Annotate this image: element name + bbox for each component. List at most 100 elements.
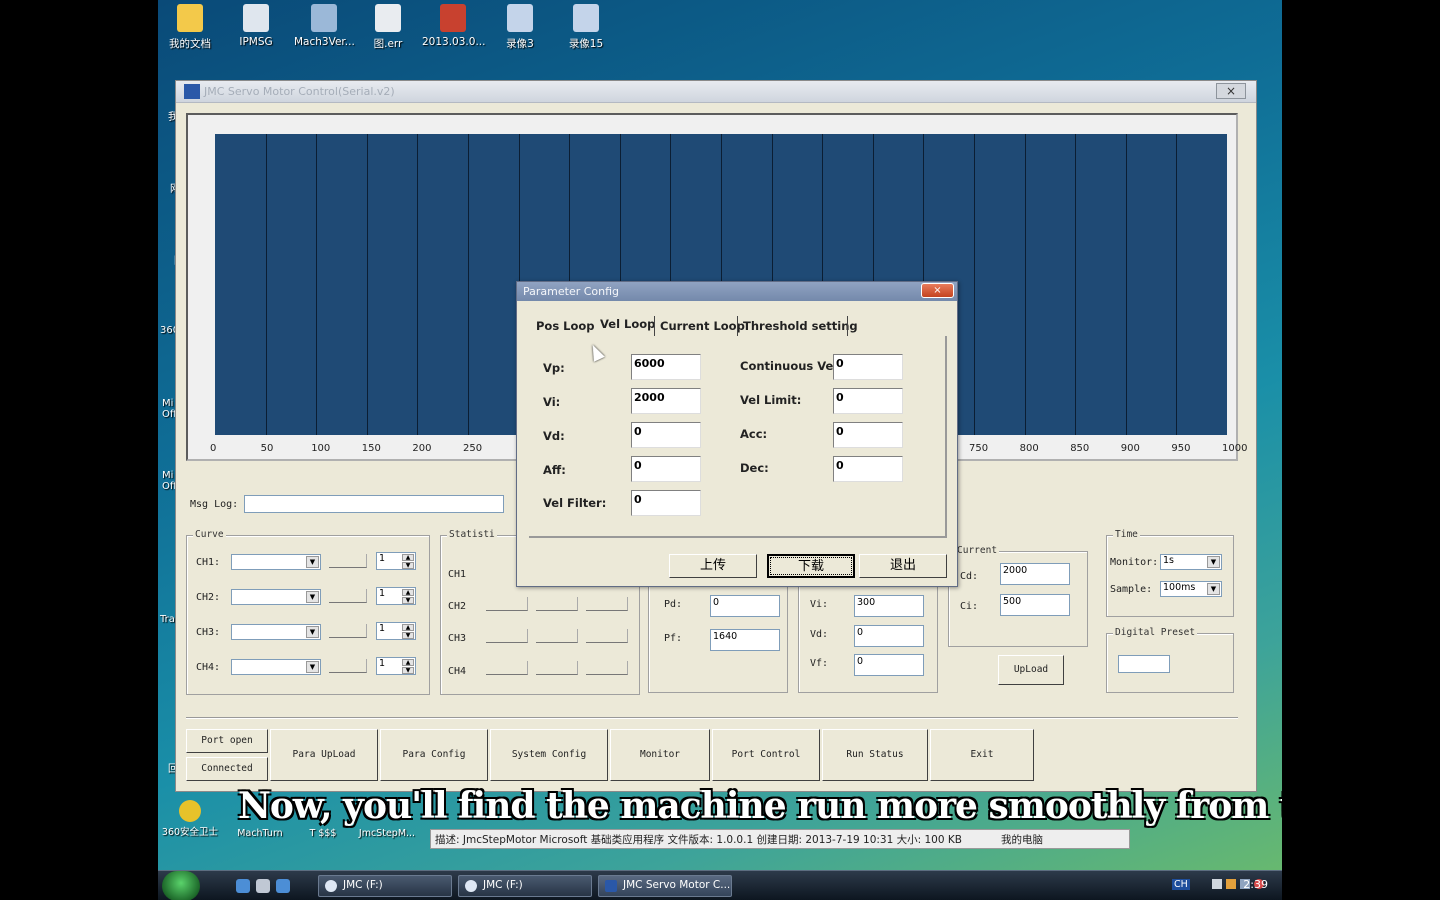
run-status-button[interactable]: Run Status [822,729,928,781]
dialog-titlebar[interactable]: Parameter Config × [517,282,957,301]
dialog-close-button[interactable]: × [921,283,954,298]
desktop-icon-ipmsg[interactable]: IPMSG [230,4,282,48]
language-indicator[interactable]: CH [1172,879,1190,890]
ci-field[interactable]: 500 [1000,594,1070,616]
tray-icon[interactable] [1212,879,1222,889]
quicklaunch-icon[interactable] [256,879,270,893]
desktop-icon-video3[interactable]: 录像3 [494,4,546,51]
vel-filter-field[interactable]: 0 [631,490,701,516]
vi-param-field[interactable]: 2000 [631,388,701,414]
spin-down-icon[interactable]: ▼ [402,667,414,674]
file-icon [573,4,599,32]
desktop-icon-machturn[interactable]: MachTurn [228,828,292,839]
vf-field[interactable]: 0 [854,654,924,676]
ch4-select[interactable]: ▼ [231,659,321,675]
pd-field[interactable]: 0 [710,595,780,617]
tab-current-loop[interactable]: Current Loop [660,319,745,333]
sample-label: Sample: [1110,584,1153,595]
spin-up-icon[interactable]: ▲ [402,624,414,631]
x-tick-label: 200 [412,443,432,454]
main-window: JMC Servo Motor Control(Serial.v2) × 0 50… [175,80,1257,792]
spin-up-icon[interactable]: ▲ [402,659,414,666]
ch4-input[interactable] [329,659,367,673]
ch2-spin[interactable]: 1 ▲ ▼ [376,587,416,605]
taskbar-button-jmc-servo[interactable]: JMC Servo Motor C... [598,875,732,897]
ch2-select[interactable]: ▼ [231,589,321,605]
msg-log-field[interactable] [244,495,504,513]
upload-params-button[interactable]: 上传 [669,554,757,578]
desktop-icon-video15[interactable]: 录像15 [560,4,612,51]
quicklaunch-ie-icon[interactable] [236,879,250,893]
spin-down-icon[interactable]: ▼ [402,632,414,639]
file-icon [507,4,533,32]
stat-cell [536,661,578,675]
port-control-button[interactable]: Port Control [712,729,820,781]
pf-field[interactable]: 1640 [710,629,780,651]
aff-field[interactable]: 0 [631,456,701,482]
grid-line [417,134,419,435]
quicklaunch-icon[interactable] [276,879,290,893]
grid-line [366,134,368,435]
desktop-icon-mach3[interactable]: Mach3Ver... [294,4,355,48]
desktop-icon-360[interactable]: 360安全卫士 [158,800,222,838]
spin-up-icon[interactable]: ▲ [402,554,414,561]
my-computer-label[interactable]: 我的电脑 [1001,832,1043,847]
ch4-spin[interactable]: 1 ▲ ▼ [376,657,416,675]
vel-limit-field[interactable]: 0 [833,388,903,414]
ch2-input[interactable] [329,589,367,603]
spin-down-icon[interactable]: ▼ [402,562,414,569]
spin-down-icon[interactable]: ▼ [402,597,414,604]
spin-up-icon[interactable]: ▲ [402,589,414,596]
para-upload-button[interactable]: Para UpLoad [270,729,378,781]
desktop-icon-2013[interactable]: 2013.03.0... [422,4,485,48]
ch3-input[interactable] [329,624,367,638]
continuous-vel-field[interactable]: 0 [833,354,903,380]
desktop-icon-my-documents[interactable]: 我的文档 [164,4,216,51]
desktop-icon-t[interactable]: T $$$ [298,828,348,839]
x-tick-label: 50 [260,443,274,454]
vd-field[interactable]: 0 [854,625,924,647]
cd-field[interactable]: 2000 [1000,563,1070,585]
download-params-button[interactable]: 下载 [767,554,855,578]
desktop-icon-err[interactable]: 图.err [362,4,414,51]
video-subtitle: Now, you'll find the machine run more sm… [238,785,1282,827]
tab-pos-loop[interactable]: Pos Loop [536,319,595,333]
stat-cell [486,661,528,675]
monitor-button[interactable]: Monitor [610,729,710,781]
vp-field[interactable]: 6000 [631,354,701,380]
desktop-icon-jmcstep[interactable]: JmcStepM... [354,828,420,839]
ch3-spin[interactable]: 1 ▲ ▼ [376,622,416,640]
time-group-title: Time [1113,529,1140,540]
ch1-spin[interactable]: 1 ▲ ▼ [376,552,416,570]
vi-field[interactable]: 300 [854,595,924,617]
dec-field[interactable]: 0 [833,456,903,482]
system-config-button[interactable]: System Config [490,729,608,781]
monitor-select[interactable]: 1s ▼ [1160,554,1222,570]
exit-dialog-button[interactable]: 退出 [859,554,947,578]
taskbar-button-jmc-f[interactable]: JMC (F:) [318,875,452,897]
vf-label: Vf: [810,658,829,669]
tab-threshold-setting[interactable]: Threshold setting [743,319,858,333]
acc-field[interactable]: 0 [833,422,903,448]
upload-button[interactable]: UpLoad [998,655,1064,685]
exit-button[interactable]: Exit [930,729,1034,781]
tray-icon[interactable] [1226,879,1236,889]
main-window-titlebar[interactable]: JMC Servo Motor Control(Serial.v2) × [176,81,1256,103]
port-open-button[interactable]: Port open [186,729,268,753]
digital-preset-field[interactable] [1118,655,1170,673]
sample-select[interactable]: 100ms ▼ [1160,581,1222,597]
clock[interactable]: 2:39 [1243,878,1268,891]
ch1-label: CH1: [196,557,221,568]
ch1-select[interactable]: ▼ [231,554,321,570]
tab-vel-loop[interactable]: Vel Loop [600,317,655,331]
chevron-down-icon: ▼ [306,626,319,638]
app-icon [605,880,617,892]
acc-label: Acc: [740,427,768,441]
ch1-input[interactable] [329,554,367,568]
ch3-select[interactable]: ▼ [231,624,321,640]
start-button[interactable] [162,871,200,900]
vd-param-field[interactable]: 0 [631,422,701,448]
para-config-button[interactable]: Para Config [380,729,488,781]
taskbar-button-jmc-f-2[interactable]: JMC (F:) [458,875,592,897]
close-button[interactable]: × [1216,83,1246,99]
